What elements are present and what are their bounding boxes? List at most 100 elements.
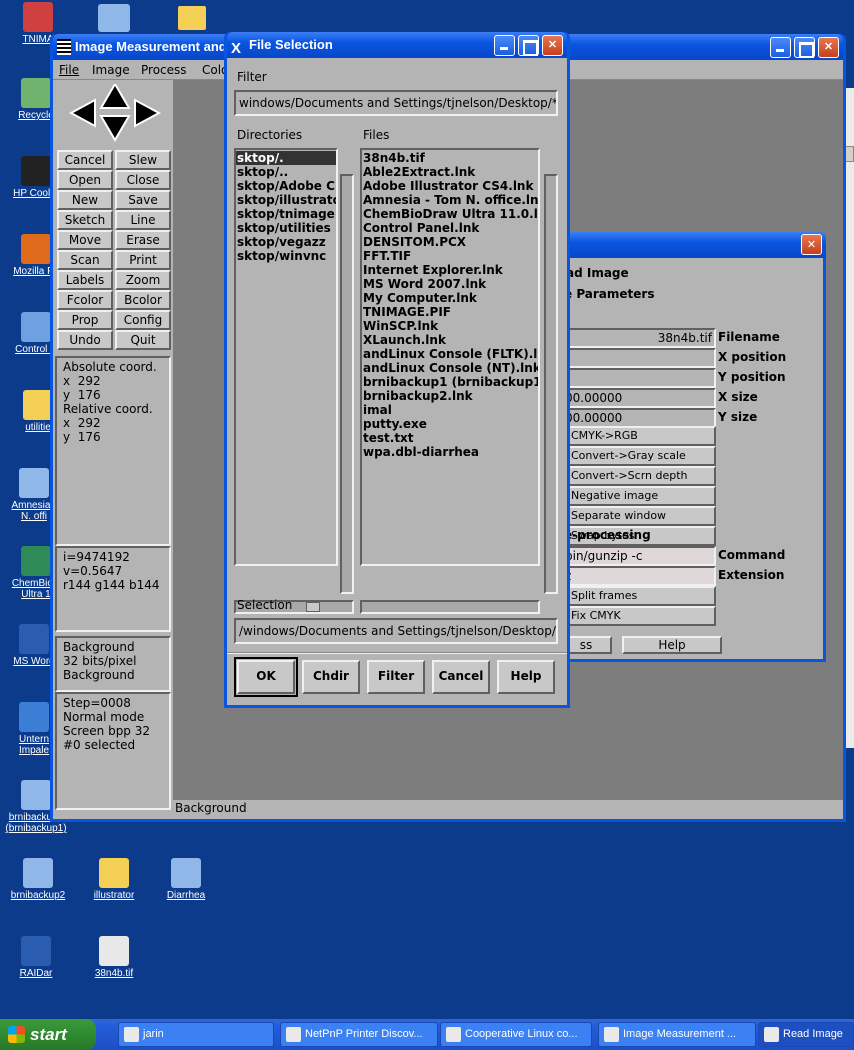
file-item[interactable]: imal [363, 403, 538, 417]
start-button[interactable]: start [0, 1019, 96, 1050]
desktop-icon[interactable]: Diarrhea [154, 858, 218, 901]
directory-item[interactable]: sktop/vegazz [236, 235, 336, 249]
directories-vscroll[interactable] [340, 174, 354, 594]
read-image-titlebar[interactable]: ✕ [560, 232, 826, 258]
directory-item[interactable]: sktop/. [236, 151, 336, 165]
menu-file[interactable]: File [59, 63, 79, 77]
file-item[interactable]: andLinux Console (FLTK).lnk [363, 347, 538, 361]
toggle-button[interactable]: Convert->Scrn depth [560, 466, 716, 486]
fs-minimize-button[interactable] [494, 35, 515, 56]
arrow-left-icon[interactable] [68, 98, 96, 128]
file-item[interactable]: My Computer.lnk [363, 291, 538, 305]
tool-move-button[interactable]: Move [57, 230, 113, 250]
tool-scan-button[interactable]: Scan [57, 250, 113, 270]
toggle-button[interactable]: Separate window [560, 506, 716, 526]
tool-save-button[interactable]: Save [115, 190, 171, 210]
taskbar-item[interactable]: Read Image [758, 1022, 854, 1047]
taskbar-item[interactable]: Image Measurement ... [598, 1022, 756, 1047]
tool-print-button[interactable]: Print [115, 250, 171, 270]
files-hscroll[interactable] [360, 600, 540, 614]
maximize-button[interactable] [794, 37, 815, 58]
read-image-help-button[interactable]: Help [622, 636, 722, 654]
file-item[interactable]: brnibackup1 (brnibackup1).lnk [363, 375, 538, 389]
menu-image[interactable]: Image [92, 63, 130, 77]
desktop-icon[interactable]: 38n4b.tif [82, 936, 146, 979]
network-computer-icon[interactable] [98, 4, 130, 32]
tool-undo-button[interactable]: Undo [57, 330, 113, 350]
folder-icon[interactable] [178, 6, 206, 30]
file-item[interactable]: ChemBioDraw Ultra 11.0.lnk [363, 207, 538, 221]
toggle-button[interactable]: Split frames [560, 586, 716, 606]
tool-prop-button[interactable]: Prop [57, 310, 113, 330]
dialog-chdir-button[interactable]: Chdir [302, 660, 360, 694]
tool-quit-button[interactable]: Quit [115, 330, 171, 350]
minimize-button[interactable] [770, 37, 791, 58]
read-image-close-button[interactable]: ✕ [801, 234, 822, 255]
arrow-down-icon[interactable] [99, 115, 131, 142]
files-list[interactable]: 38n4b.tif Able2Extract.lnk Adobe Illustrat… [360, 148, 540, 566]
file-item[interactable]: XLaunch.lnk [363, 333, 538, 347]
files-vscroll[interactable] [544, 174, 558, 594]
file-item[interactable]: Internet Explorer.lnk [363, 263, 538, 277]
close-button[interactable]: ✕ [818, 37, 839, 58]
tool-close-button[interactable]: Close [115, 170, 171, 190]
tool-new-button[interactable]: New [57, 190, 113, 210]
extension-input[interactable]: z [560, 566, 716, 586]
arrow-up-icon[interactable] [99, 82, 131, 109]
file-item[interactable]: 38n4b.tif [363, 151, 538, 165]
tool-config-button[interactable]: Config [115, 310, 171, 330]
file-item[interactable]: andLinux Console (NT).lnk [363, 361, 538, 375]
file-item[interactable]: test.txt [363, 431, 538, 445]
toggle-button[interactable]: Convert->Gray scale [560, 446, 716, 466]
tool-slew-button[interactable]: Slew [115, 150, 171, 170]
file-item[interactable]: Control Panel.lnk [363, 221, 538, 235]
desktop-icon[interactable]: illustrator [82, 858, 146, 901]
arrow-right-icon[interactable] [134, 98, 162, 128]
file-item[interactable]: MS Word 2007.lnk [363, 277, 538, 291]
desktop-icon[interactable]: RAIDar [4, 936, 68, 979]
file-item[interactable]: Amnesia - Tom N. office.lnk [363, 193, 538, 207]
desktop-icon[interactable]: brnibackup2 [6, 858, 70, 901]
toggle-button[interactable]: Fix CMYK [560, 606, 716, 626]
directory-item[interactable]: sktop/.. [236, 165, 336, 179]
fs-close-button[interactable]: ✕ [542, 35, 563, 56]
tool-sketch-button[interactable]: Sketch [57, 210, 113, 230]
taskbar-item[interactable]: jarin [118, 1022, 274, 1047]
file-item[interactable]: DENSITOM.PCX [363, 235, 538, 249]
field-y-size-input[interactable]: 00.00000 [560, 408, 716, 428]
file-item[interactable]: wpa.dbl-diarrhea [363, 445, 538, 459]
directory-item[interactable]: sktop/illustrator [236, 193, 336, 207]
command-input[interactable]: bin/gunzip -c [560, 546, 716, 566]
toggle-button[interactable]: CMYK->RGB [560, 426, 716, 446]
tool-fcolor-button[interactable]: Fcolor [57, 290, 113, 310]
tool-erase-button[interactable]: Erase [115, 230, 171, 250]
dialog-help-button[interactable]: Help [497, 660, 555, 694]
field-y-position-input[interactable] [560, 368, 716, 388]
tool-labels-button[interactable]: Labels [57, 270, 113, 290]
field-x-position-input[interactable] [560, 348, 716, 368]
tool-zoom-button[interactable]: Zoom [115, 270, 171, 290]
tool-cancel-button[interactable]: Cancel [57, 150, 113, 170]
tool-open-button[interactable]: Open [57, 170, 113, 190]
fs-maximize-button[interactable] [518, 35, 539, 56]
selection-input[interactable]: /windows/Documents and Settings/tjnelson… [234, 618, 558, 644]
taskbar-item[interactable]: Cooperative Linux co... [440, 1022, 592, 1047]
directories-list[interactable]: sktop/.sktop/..sktop/Adobe CS4sktop/illu… [234, 148, 338, 566]
filter-input[interactable]: windows/Documents and Settings/tjnelson/… [234, 90, 558, 116]
file-item[interactable]: brnibackup2.lnk [363, 389, 538, 403]
dialog-ok-button[interactable]: OK [234, 657, 298, 697]
menu-process[interactable]: Process [141, 63, 187, 77]
file-item[interactable]: putty.exe [363, 417, 538, 431]
file-item[interactable]: Adobe Illustrator CS4.lnk [363, 179, 538, 193]
file-item[interactable]: Able2Extract.lnk [363, 165, 538, 179]
directory-item[interactable]: sktop/Adobe CS4 [236, 179, 336, 193]
toggle-button[interactable]: Negative image [560, 486, 716, 506]
directory-item[interactable]: sktop/utilities [236, 221, 336, 235]
tool-line-button[interactable]: Line [115, 210, 171, 230]
dialog-filter-button[interactable]: Filter [367, 660, 425, 694]
directory-item[interactable]: sktop/winvnc [236, 249, 336, 263]
field-x-size-input[interactable]: 00.00000 [560, 388, 716, 408]
field-filename-input[interactable]: 38n4b.tif [560, 328, 716, 348]
file-item[interactable]: FFT.TIF [363, 249, 538, 263]
file-item[interactable]: TNIMAGE.PIF [363, 305, 538, 319]
